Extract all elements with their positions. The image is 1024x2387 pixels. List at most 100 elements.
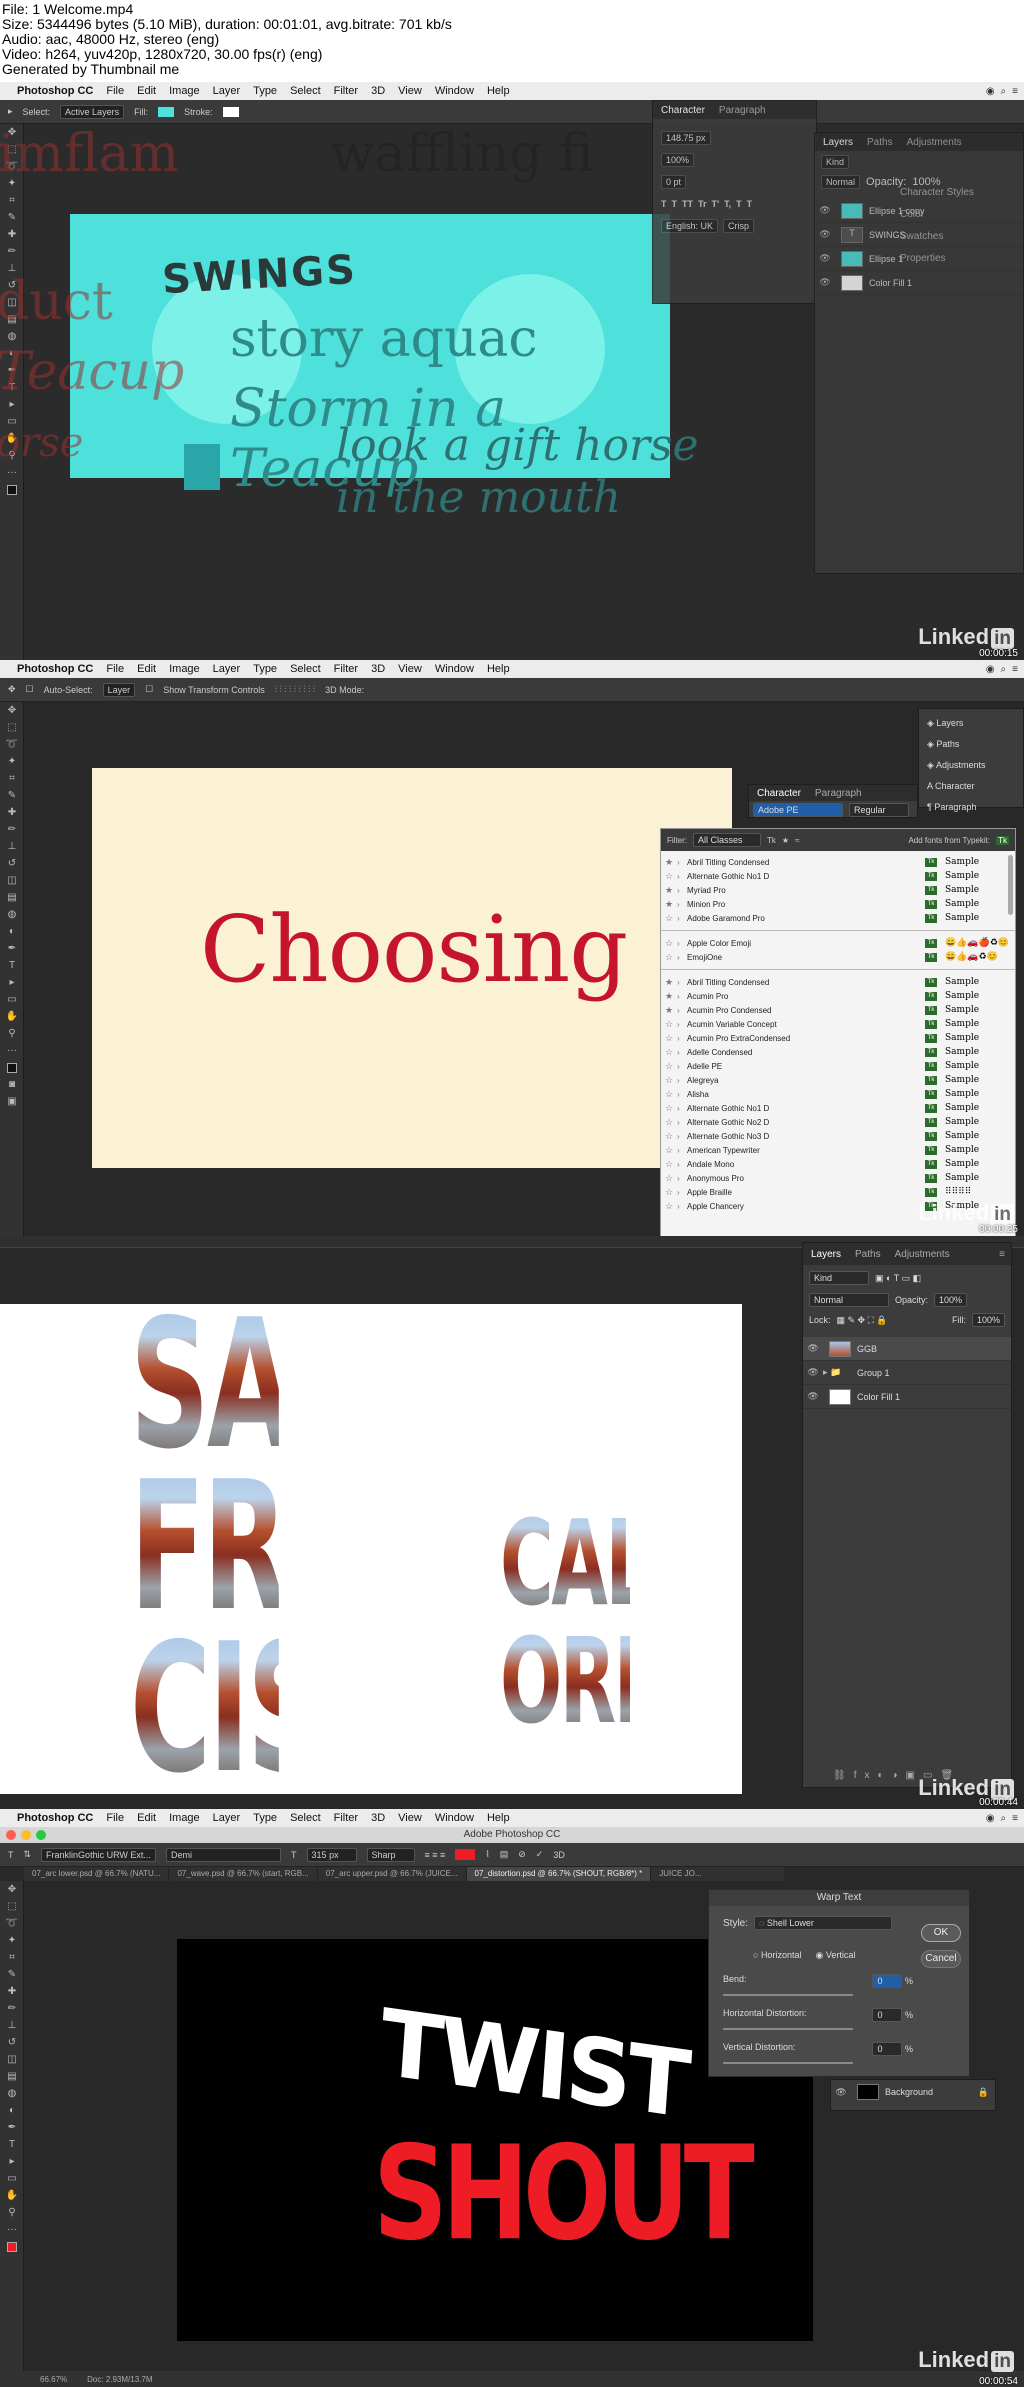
menu-filter[interactable]: Filter [334,663,358,675]
cancel-button[interactable]: Cancel [921,1950,961,1968]
favorite-star-icon[interactable]: ★ [661,857,677,868]
properties-button[interactable]: Properties [900,248,1004,270]
minimize-window-icon[interactable] [21,1830,31,1840]
commit-icon[interactable]: ✓ [536,1849,544,1860]
tab-paragraph[interactable]: Paragraph [815,788,862,799]
gradient-tool-icon[interactable]: ▤ [0,2068,24,2085]
menu-image[interactable]: Image [169,663,200,675]
favorite-star-icon[interactable]: ☆ [661,1117,677,1128]
menu-layer[interactable]: Layer [213,85,241,97]
menu-help[interactable]: Help [487,663,510,675]
expand-arrow-icon[interactable]: › [677,1188,687,1197]
list-icon[interactable]: ≡ [1012,1813,1018,1824]
leading-field[interactable]: 100% [661,153,695,167]
tracking-field[interactable]: 0 pt [661,175,687,189]
font-list-item[interactable]: ★ › Abril Titling Condensed Tk Sample [661,975,1015,989]
expand-arrow-icon[interactable]: › [677,872,687,881]
type-tool-icon[interactable]: T [0,2136,24,2153]
menu-help[interactable]: Help [487,1812,510,1824]
blend-mode[interactable]: Normal [821,175,861,189]
close-window-icon[interactable] [6,1830,16,1840]
search-icon[interactable]: ⌕ [1001,86,1007,97]
eyedropper-tool-icon[interactable]: ✎ [0,787,24,804]
tab-layers[interactable]: Layers [823,137,853,148]
font-list-item[interactable]: ☆ › Acumin Variable Concept Tk Sample [661,1017,1015,1031]
expand-arrow-icon[interactable]: › [677,1048,687,1057]
move-tool-icon[interactable]: ✥ [0,1881,24,1898]
menu-type[interactable]: Type [253,1812,277,1824]
layers-button[interactable]: ◈ Layers [927,713,1015,734]
doc-tab-active[interactable]: 07_distortion.psd @ 66.7% (SHOUT, RGB/8*… [466,1867,652,1881]
menu-window[interactable]: Window [435,85,474,97]
lasso-tool-icon[interactable]: ➰ [0,1915,24,1932]
favorite-star-icon[interactable]: ☆ [661,1145,677,1156]
wifi-icon[interactable]: ◉ [986,664,995,675]
pen-tool-icon[interactable]: ✒ [0,2119,24,2136]
blur-tool-icon[interactable]: ◍ [0,2085,24,2102]
typekit-icon[interactable]: Tk [996,835,1009,845]
expand-arrow-icon[interactable]: › [677,939,687,948]
font-list-item[interactable]: ☆ › American Typewriter Tk Sample [661,1143,1015,1157]
stamp-tool-icon[interactable]: ⊥ [0,838,24,855]
eye-icon[interactable]: 👁 [803,1343,823,1354]
expand-arrow-icon[interactable]: › [677,992,687,1001]
favorites-filter-icon[interactable]: ★ [782,836,789,845]
panels-icon[interactable]: ▤ [500,1849,509,1860]
eye-icon[interactable]: 👁 [803,1391,823,1402]
move-tool-icon[interactable]: ✥ [0,702,24,719]
eraser-tool-icon[interactable]: ◫ [0,2051,24,2068]
auto-select-checkbox[interactable]: ☐ [26,684,34,695]
kind-filter[interactable]: Kind [809,1271,869,1285]
tab-adjustments[interactable]: Adjustments [895,1249,950,1260]
favorite-star-icon[interactable]: ☆ [661,871,677,882]
expand-arrow-icon[interactable]: › [677,886,687,895]
font-list-item[interactable]: ☆ › Alternate Gothic No1 D Tk Sample [661,869,1015,883]
text-color-swatch[interactable] [455,1849,476,1860]
favorite-star-icon[interactable]: ☆ [661,913,677,924]
expand-arrow-icon[interactable]: › [677,1076,687,1085]
font-family-field[interactable]: Adobe PE [753,803,843,817]
font-list-item[interactable]: ☆ › Alisha Tk Sample [661,1087,1015,1101]
filter-dropdown[interactable]: All Classes [693,833,761,847]
marquee-tool-icon[interactable]: ⬚ [0,1898,24,1915]
menu-filter[interactable]: Filter [334,1812,358,1824]
font-style-dropdown[interactable]: Demi [166,1847,282,1862]
expand-arrow-icon[interactable]: › [677,1132,687,1141]
wand-tool-icon[interactable]: ✦ [0,753,24,770]
font-list-item[interactable]: ☆ › Adobe Garamond Pro Tk Sample [661,911,1015,925]
favorite-star-icon[interactable]: ☆ [661,1103,677,1114]
favorite-star-icon[interactable]: ☆ [661,1019,677,1030]
zoom-level[interactable]: 66.67% [40,2375,67,2384]
favorite-star-icon[interactable]: ☆ [661,1047,677,1058]
orientation-icon[interactable]: ⇅ [24,1849,32,1860]
font-list-item[interactable]: ☆ › Apple Braille Tk ⠿⠿⠿⠿ [661,1185,1015,1199]
path-select-tool-icon[interactable]: ▸ [0,974,24,991]
canvas-text-shout[interactable]: SHOUT [373,2117,755,2270]
eye-icon[interactable]: 👁 [803,1367,823,1378]
layer-row[interactable]: 👁 Background 🔒 [831,2080,995,2104]
heal-tool-icon[interactable]: ✚ [0,804,24,821]
expand-arrow-icon[interactable]: › [677,914,687,923]
font-style-field[interactable]: Regular [849,803,909,817]
antialias-dropdown[interactable]: Crisp [723,219,755,233]
expand-arrow-icon[interactable]: › [677,1202,687,1211]
color-button[interactable]: Color [900,204,1004,226]
font-list-item[interactable]: ★ › Acumin Pro Tk Sample [661,989,1015,1003]
list-icon[interactable]: ≡ [1012,664,1018,675]
canvas-area[interactable]: imflam waffling fi SWINGS story aquac St… [0,124,700,662]
move-tool-icon[interactable]: ✥ [8,684,16,695]
expand-arrow-icon[interactable]: › [677,1020,687,1029]
cancel-icon[interactable]: ⊘ [518,1849,526,1860]
search-icon[interactable]: ⌕ [1001,1813,1007,1824]
font-list-item[interactable]: ☆ › EmojiOne Tk 😀👍🚗♻😊 [661,950,1015,964]
font-list-item[interactable]: ☆ › Acumin Pro ExtraCondensed Tk Sample [661,1031,1015,1045]
app-name[interactable]: Photoshop CC [17,85,93,97]
style-dropdown[interactable]: ◌ Shell Lower [754,1916,893,1930]
layer-row[interactable]: 👁 GGB [803,1337,1011,1361]
history-tool-icon[interactable]: ↺ [0,2034,24,2051]
tab-paths[interactable]: Paths [855,1249,881,1260]
menu-help[interactable]: Help [487,85,510,97]
expand-arrow-icon[interactable]: › [677,1006,687,1015]
horizontal-radio[interactable]: ○ Horizontal [753,1950,801,1961]
arc-text-swings[interactable]: SWINGS [161,247,358,303]
